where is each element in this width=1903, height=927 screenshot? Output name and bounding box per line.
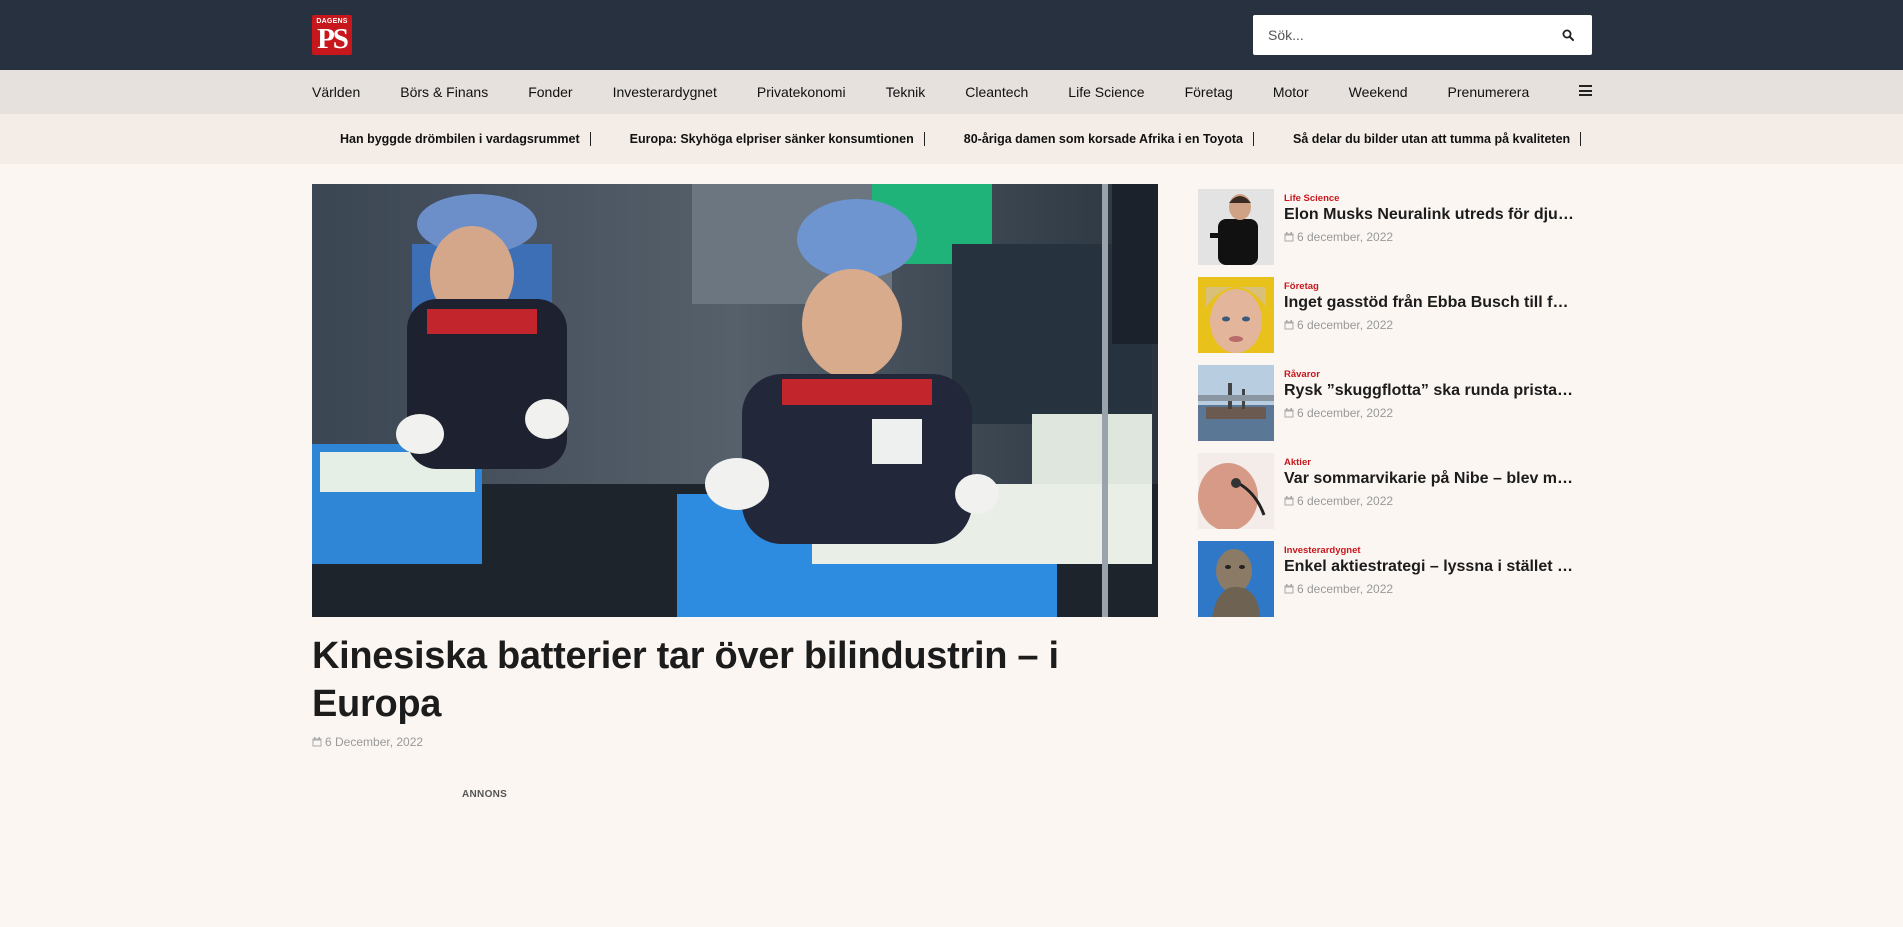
calendar-icon <box>1284 232 1294 242</box>
sidebar-article-title[interactable]: Var sommarvikarie på Nibe – blev milj... <box>1284 469 1574 489</box>
sidebar-article-date-text: 6 december, 2022 <box>1297 582 1394 596</box>
calendar-icon <box>312 737 322 747</box>
ticker-item[interactable]: Han byggde drömbilen i vardagsrummet <box>340 132 591 146</box>
sidebar-article-thumbnail[interactable] <box>1198 277 1274 353</box>
nav-item-motor[interactable]: Motor <box>1273 84 1309 100</box>
nav-item-life-science[interactable]: Life Science <box>1068 84 1144 100</box>
calendar-icon <box>1284 496 1294 506</box>
calendar-icon <box>1284 320 1294 330</box>
sidebar-article-date: 6 december, 2022 <box>1284 582 1574 596</box>
sidebar-article-category[interactable]: Råvaror <box>1284 369 1574 381</box>
calendar-icon <box>1284 584 1294 594</box>
sidebar-article[interactable]: Life Science Elon Musks Neuralink utreds… <box>1198 189 1592 265</box>
sidebar-article-date: 6 december, 2022 <box>1284 230 1574 244</box>
sidebar-article-title[interactable]: Elon Musks Neuralink utreds för djurs... <box>1284 205 1574 225</box>
main-nav-items: Världen Börs & Finans Fonder Investerard… <box>312 70 1592 114</box>
sidebar-article-category[interactable]: Företag <box>1284 281 1574 293</box>
ad-label: ANNONS <box>462 789 508 800</box>
sidebar-article-date-text: 6 december, 2022 <box>1297 494 1394 508</box>
nav-item-investerardygnet[interactable]: Investerardygnet <box>613 84 717 100</box>
nav-item-privatekonomi[interactable]: Privatekonomi <box>757 84 846 100</box>
site-logo[interactable]: DAGENS PS <box>312 15 352 55</box>
sidebar-article[interactable]: Aktier Var sommarvikarie på Nibe – blev … <box>1198 453 1592 529</box>
top-bar: DAGENS PS <box>0 0 1903 70</box>
sidebar-article-category[interactable]: Life Science <box>1284 193 1574 205</box>
sidebar-article[interactable]: Råvaror Rysk ”skuggflotta” ska runda pri… <box>1198 365 1592 441</box>
search-input[interactable] <box>1253 15 1543 55</box>
sidebar-article-date-text: 6 december, 2022 <box>1297 406 1394 420</box>
main-article-image[interactable] <box>312 184 1158 617</box>
nav-item-fonder[interactable]: Fonder <box>528 84 572 100</box>
sidebar-article[interactable]: Företag Inget gasstöd från Ebba Busch ti… <box>1198 277 1592 353</box>
main-nav: Världen Börs & Finans Fonder Investerard… <box>0 70 1903 114</box>
calendar-icon <box>1284 408 1294 418</box>
sidebar-article-category[interactable]: Investerardygnet <box>1284 545 1574 557</box>
search-box <box>1253 15 1592 55</box>
search-button[interactable] <box>1544 15 1592 55</box>
sidebar-article-date-text: 6 december, 2022 <box>1297 230 1394 244</box>
ticker-item[interactable]: Europa: Skyhöga elpriser sänker konsumti… <box>630 132 925 146</box>
ticker-item[interactable]: Så delar du bilder utan att tumma på kva… <box>1293 132 1582 146</box>
sidebar-article-thumbnail[interactable] <box>1198 541 1274 617</box>
hamburger-menu-icon[interactable] <box>1579 85 1592 98</box>
news-ticker: Han byggde drömbilen i vardagsrummet Eur… <box>0 114 1903 164</box>
nav-item-prenumerera[interactable]: Prenumerera <box>1448 84 1530 100</box>
sidebar-article-date: 6 december, 2022 <box>1284 318 1574 332</box>
nav-item-cleantech[interactable]: Cleantech <box>965 84 1028 100</box>
sidebar-article-title[interactable]: Enkel aktiestrategi – lyssna i stället f… <box>1284 557 1574 577</box>
nav-item-foretag[interactable]: Företag <box>1185 84 1233 100</box>
sidebar-article-thumbnail[interactable] <box>1198 189 1274 265</box>
sidebar-article-category[interactable]: Aktier <box>1284 457 1574 469</box>
factory-workers-photo <box>312 184 1158 617</box>
sidebar-article-title[interactable]: Inget gasstöd från Ebba Busch till före.… <box>1284 293 1574 313</box>
nav-item-varlden[interactable]: Världen <box>312 84 360 100</box>
nav-item-bors-finans[interactable]: Börs & Finans <box>400 84 488 100</box>
sidebar-article-title[interactable]: Rysk ”skuggflotta” ska runda pristake... <box>1284 381 1574 401</box>
main-article-date: 6 December, 2022 <box>312 735 423 749</box>
sidebar-article-date: 6 december, 2022 <box>1284 494 1574 508</box>
sidebar-article-thumbnail[interactable] <box>1198 365 1274 441</box>
sidebar-article-thumbnail[interactable] <box>1198 453 1274 529</box>
main-article-title[interactable]: Kinesiska batterier tar över bilindustri… <box>312 632 1158 728</box>
nav-item-weekend[interactable]: Weekend <box>1349 84 1408 100</box>
search-icon <box>1562 29 1574 41</box>
ticker-item[interactable]: 80-åriga damen som korsade Afrika i en T… <box>964 132 1255 146</box>
logo-main-text: PS <box>317 23 349 55</box>
nav-item-teknik[interactable]: Teknik <box>886 84 926 100</box>
sidebar-article-date-text: 6 december, 2022 <box>1297 318 1394 332</box>
sidebar-article[interactable]: Investerardygnet Enkel aktiestrategi – l… <box>1198 541 1592 617</box>
main-article-date-text: 6 December, 2022 <box>325 735 424 749</box>
sidebar-article-date: 6 december, 2022 <box>1284 406 1574 420</box>
